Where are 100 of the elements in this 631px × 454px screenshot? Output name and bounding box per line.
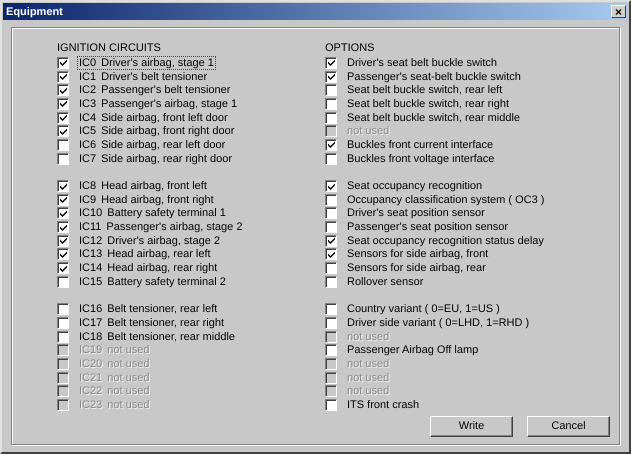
close-button[interactable]: ×: [611, 5, 626, 18]
checkmark-icon: [328, 182, 334, 190]
checkbox-label: Head airbag, front left: [101, 180, 207, 192]
checkbox-label: Driver's airbag, stage 1: [101, 56, 214, 69]
circuit-code: IC7: [79, 152, 96, 165]
checkbox[interactable]: [325, 180, 337, 192]
checkbox[interactable]: [57, 70, 69, 83]
checkbox[interactable]: [325, 344, 337, 356]
circuit-code: IC15: [79, 276, 102, 288]
circuit-code: IC8: [79, 180, 96, 192]
checkbox-label: not used: [107, 358, 150, 370]
checkbox-label: not used: [107, 399, 150, 412]
checkbox[interactable]: [325, 152, 337, 165]
checkbox-label: Side airbag, front right door: [101, 125, 234, 138]
checkbox-label: Rollover sensor: [347, 276, 424, 288]
checkbox-label: Belt tensioner, rear right: [107, 316, 224, 329]
dialog-button[interactable]: Cancel: [527, 416, 610, 437]
checkbox-label: Passenger's belt tensioner: [101, 84, 230, 96]
checkbox[interactable]: [325, 207, 337, 220]
checkbox-label: Side airbag, front left door: [101, 112, 228, 124]
checkbox[interactable]: [57, 84, 69, 96]
checkbox[interactable]: [57, 125, 69, 138]
checkbox[interactable]: [57, 112, 69, 124]
checkbox-label: Driver's seat belt buckle switch: [347, 56, 498, 69]
circuit-code: IC19: [79, 344, 102, 356]
checkbox[interactable]: [325, 98, 337, 110]
checkbox-label: Driver's airbag, stage 2: [107, 234, 220, 247]
checkbox[interactable]: [325, 262, 337, 274]
checkbox[interactable]: [57, 152, 69, 165]
checkbox[interactable]: [325, 303, 337, 316]
checkbox[interactable]: [57, 98, 69, 110]
circuit-code: IC17: [79, 316, 102, 329]
checkbox-label: Head airbag, rear left: [107, 248, 211, 260]
checkbox[interactable]: [325, 56, 337, 69]
checkbox-label: not used: [347, 125, 390, 138]
checkbox[interactable]: [325, 399, 337, 412]
circuit-code: IC2: [79, 84, 96, 96]
circuit-code: IC1: [79, 70, 96, 83]
checkbox-label: Belt tensioner, rear left: [107, 303, 218, 316]
checkbox-label: Side airbag, rear left door: [101, 138, 226, 151]
checkbox[interactable]: [57, 303, 69, 316]
checkbox-label: Passenger's airbag, stage 2: [106, 221, 242, 234]
checkbox-label: Head airbag, front right: [101, 194, 214, 206]
checkbox[interactable]: [325, 70, 337, 83]
checkbox[interactable]: [325, 276, 337, 288]
checkbox-label: Passenger's seat position sensor: [347, 221, 508, 234]
checkbox-label: Passenger Airbag Off lamp: [347, 344, 478, 356]
checkbox[interactable]: [57, 138, 69, 151]
checkbox[interactable]: [57, 194, 69, 206]
checkbox[interactable]: [325, 316, 337, 329]
checkbox[interactable]: [325, 138, 337, 151]
checkbox[interactable]: [57, 221, 69, 234]
checkbox[interactable]: [57, 276, 69, 288]
checkbox[interactable]: [57, 330, 69, 343]
circuit-code: IC20: [79, 358, 102, 370]
checkbox-label: not used: [107, 372, 150, 384]
checkbox[interactable]: [57, 207, 69, 220]
circuit-code: IC18: [79, 330, 102, 343]
checkbox[interactable]: [325, 221, 337, 234]
circuit-code: IC10: [79, 207, 102, 220]
circuit-code: IC6: [79, 138, 96, 151]
circuit-code: IC12: [79, 234, 102, 247]
window-title: Equipment: [6, 6, 63, 18]
circuit-code: IC3: [79, 98, 96, 110]
checkmark-icon: [328, 141, 334, 148]
checkbox-label: Occupancy classification system ( OC3 ): [347, 194, 544, 206]
checkbox[interactable]: [325, 234, 337, 247]
checkbox[interactable]: [57, 56, 69, 69]
checkbox-label: Driver side variant ( 0=LHD, 1=RHD ): [347, 316, 530, 329]
circuit-code: IC21: [79, 372, 102, 384]
checkbox[interactable]: [325, 84, 337, 96]
checkbox-label: Seat belt buckle switch, rear left: [347, 84, 502, 96]
circuit-code: IC4: [79, 112, 96, 124]
checkbox-label: Passenger's airbag, stage 1: [101, 98, 238, 110]
checkbox-label: ITS front crash: [347, 399, 420, 412]
circuit-code: IC22: [79, 385, 102, 398]
checkbox[interactable]: [57, 234, 69, 247]
checkbox[interactable]: [57, 248, 69, 260]
checkbox-label: Seat occupancy recognition status delay: [347, 234, 544, 247]
checkbox[interactable]: [325, 248, 337, 260]
circuit-code: IC16: [79, 303, 102, 316]
checkbox-label: not used: [347, 330, 390, 343]
circuit-code: IC23: [79, 399, 102, 412]
checkbox-label: Seat belt buckle switch, rear right: [347, 98, 510, 110]
circuit-code: IC5: [79, 125, 96, 138]
checkbox[interactable]: [325, 194, 337, 206]
checkbox-label: not used: [107, 344, 150, 356]
checkbox-label: Driver's seat position sensor: [347, 207, 485, 220]
circuit-code: IC14: [79, 262, 102, 274]
section-heading: OPTIONS: [325, 41, 376, 56]
checkbox[interactable]: [57, 262, 69, 274]
checkbox[interactable]: [57, 316, 69, 329]
checkbox-label: Side airbag, rear right door: [101, 152, 232, 165]
dialog-button[interactable]: Write: [430, 416, 513, 437]
checkbox-label: Buckles front voltage interface: [347, 152, 494, 165]
circuit-code: IC13: [79, 248, 102, 260]
checkbox-label: Driver's belt tensioner: [101, 70, 208, 83]
checkbox-label: Head airbag, rear right: [107, 262, 218, 274]
checkbox[interactable]: [57, 180, 69, 192]
checkbox[interactable]: [325, 112, 337, 124]
